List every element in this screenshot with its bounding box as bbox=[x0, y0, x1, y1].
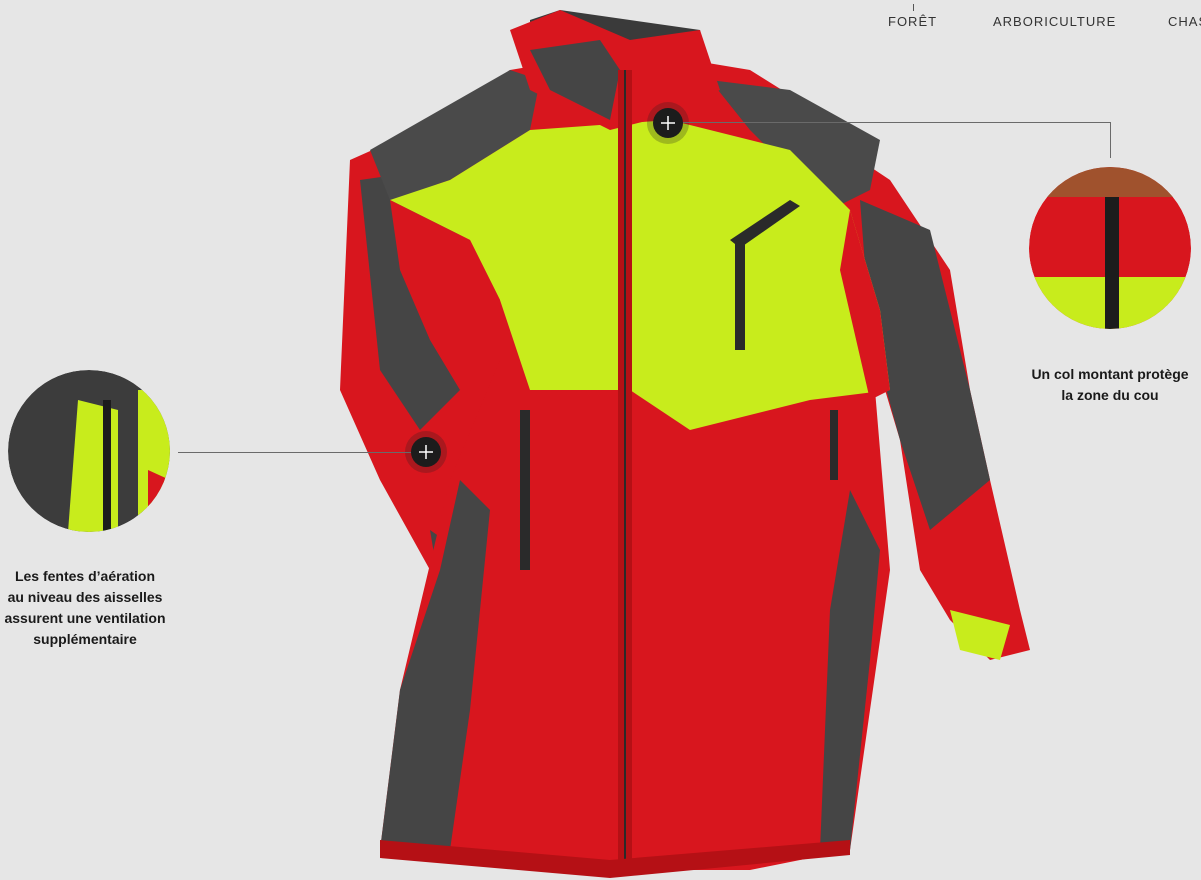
collar-caption: Un col montant protège la zone du cou bbox=[990, 364, 1201, 406]
collar-caption-text: Un col montant protège la zone du cou bbox=[1031, 366, 1189, 403]
collar-leader-line-vertical bbox=[1110, 122, 1111, 158]
jacket-product-image bbox=[340, 10, 1030, 878]
armpit-caption: Les fentes d’aération au niveau des aiss… bbox=[0, 566, 190, 650]
armpit-hotspot-button[interactable] bbox=[411, 437, 441, 467]
plus-icon bbox=[661, 116, 675, 130]
collar-hotspot-button[interactable] bbox=[653, 108, 683, 138]
plus-icon bbox=[419, 445, 433, 459]
armpit-detail-zoom-image bbox=[8, 370, 170, 532]
nav-item-chasse[interactable]: CHASSE bbox=[1168, 14, 1201, 29]
armpit-leader-line bbox=[178, 452, 411, 453]
collar-leader-line bbox=[683, 122, 1110, 123]
collar-detail-zoom-image bbox=[1029, 167, 1191, 329]
armpit-caption-text: Les fentes d’aération au niveau des aiss… bbox=[4, 568, 166, 647]
